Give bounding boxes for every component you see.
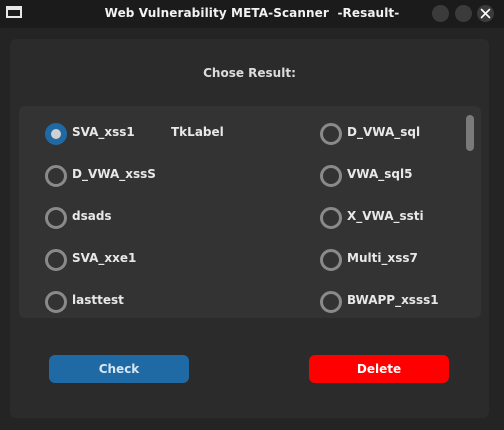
radio-indicator [45, 291, 67, 313]
radio-indicator [320, 123, 342, 145]
radio-indicator [45, 207, 67, 229]
radio-indicator [320, 165, 342, 187]
radio-indicator [45, 165, 67, 187]
result-radio-Multi_xss7[interactable]: Multi_xss7 [320, 247, 460, 271]
result-label: dsads [72, 209, 112, 223]
result-label: SVA_xss1 [72, 125, 135, 139]
result-radio-dsads[interactable]: dsads [45, 205, 195, 229]
result-label: D_VWA_xssS [72, 167, 156, 181]
result-label: lasttest [72, 293, 124, 307]
maximize-button[interactable] [455, 5, 472, 22]
result-radio-lasttest[interactable]: lasttest [45, 289, 195, 313]
result-label: SVA_xxe1 [72, 251, 137, 265]
close-icon [480, 8, 491, 19]
result-radio-SVA_xss1[interactable]: SVA_xss1 TkLabel [45, 121, 224, 145]
close-button[interactable] [477, 5, 494, 22]
radio-indicator [45, 123, 67, 145]
result-label: X_VWA_ssti [347, 209, 424, 223]
window-title: Web Vulnerability META-Scanner -Resault- [104, 6, 400, 20]
result-radio-SVA_xxe1[interactable]: SVA_xxe1 [45, 247, 195, 271]
result-radio-BWAPP_xsss1[interactable]: BWAPP_xsss1 [320, 289, 460, 313]
result-radio-VWA_sql5[interactable]: VWA_sql5 [320, 163, 460, 187]
minimize-button[interactable] [432, 5, 449, 22]
delete-button[interactable]: Delete [309, 355, 449, 383]
result-label: Multi_xss7 [347, 251, 418, 265]
result-label: BWAPP_xsss1 [347, 293, 439, 307]
check-button[interactable]: Check [49, 355, 189, 383]
main-frame: Chose Result: SVA_xss1 TkLabel D_VWA_xss… [10, 39, 489, 418]
radio-indicator [320, 291, 342, 313]
radio-indicator [45, 249, 67, 271]
radio-indicator [320, 249, 342, 271]
result-radio-X_VWA_ssti[interactable]: X_VWA_ssti [320, 205, 460, 229]
title-bar[interactable]: Web Vulnerability META-Scanner -Resault- [0, 0, 504, 28]
result-window: Web Vulnerability META-Scanner -Resault-… [0, 0, 504, 430]
result-radio-D_VWA_xssS[interactable]: D_VWA_xssS [45, 163, 195, 187]
overlay-label: TkLabel [171, 125, 224, 139]
scrollbar-thumb[interactable] [466, 115, 474, 151]
radio-indicator [320, 207, 342, 229]
results-scroll-frame[interactable]: SVA_xss1 TkLabel D_VWA_xssS dsads SVA_xx… [19, 106, 481, 318]
result-radio-D_VWA_sql[interactable]: D_VWA_sql [320, 121, 460, 145]
result-label: VWA_sql5 [347, 167, 413, 181]
page-title: Chose Result: [203, 66, 296, 80]
result-label: D_VWA_sql [347, 125, 421, 139]
